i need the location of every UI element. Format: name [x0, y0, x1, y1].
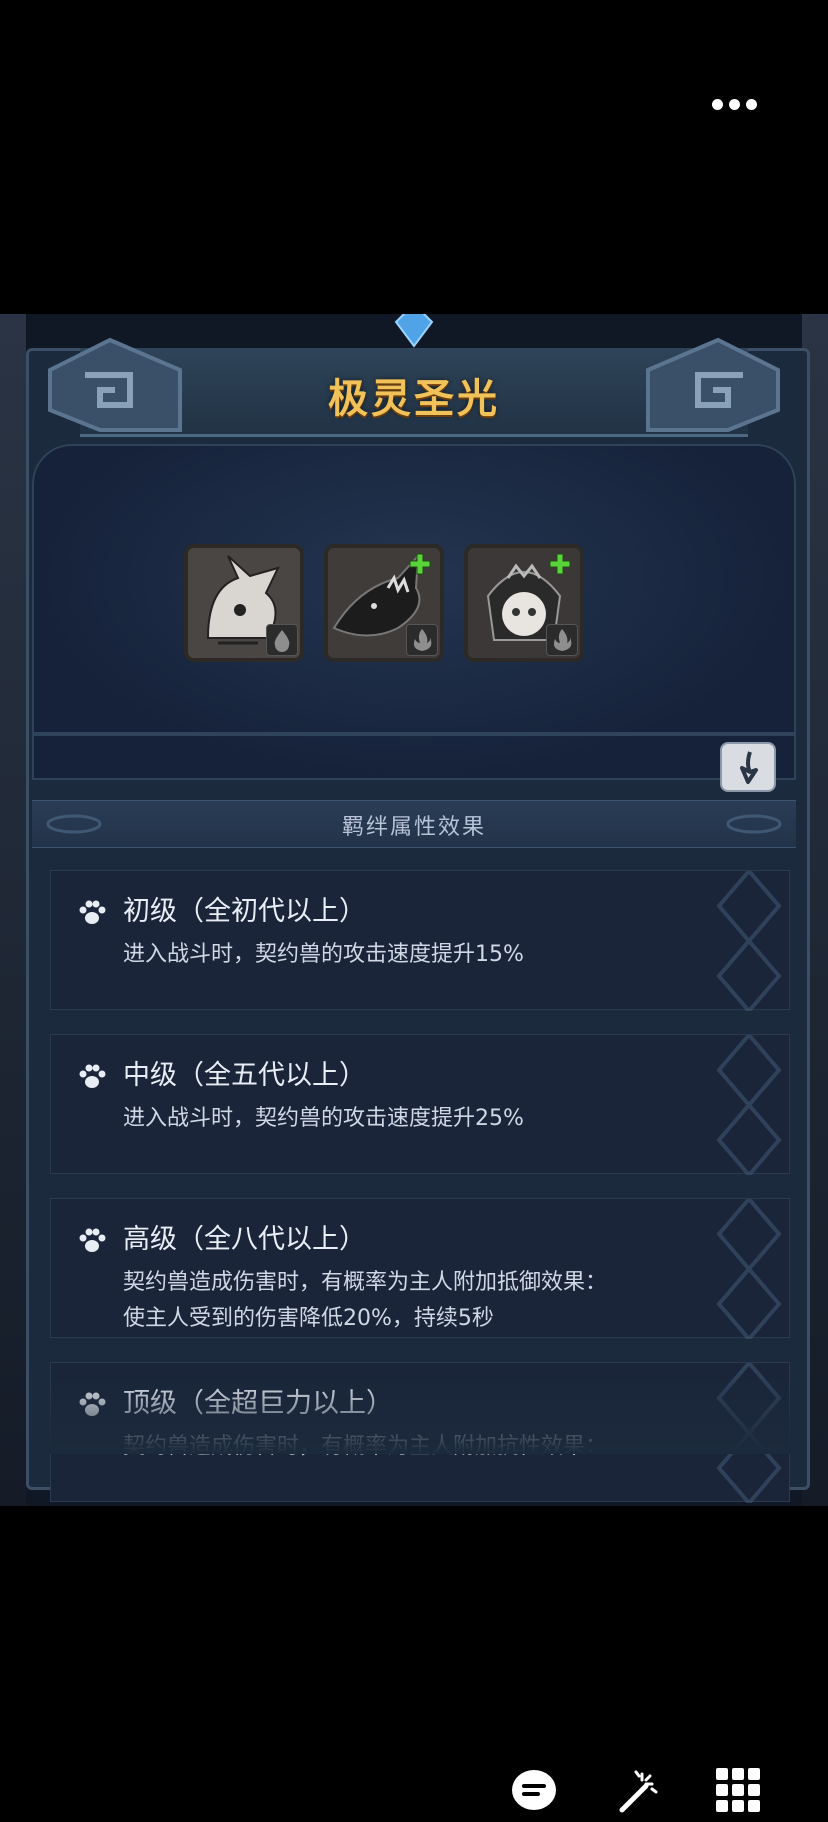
bond-effects-title: 羁绊属性效果: [341, 815, 486, 840]
more-dots-icon: [712, 98, 723, 110]
paw-icon: [79, 1064, 106, 1088]
magic-wand-icon[interactable]: [612, 1766, 660, 1814]
bond-effects-header: 羁绊属性效果: [32, 800, 796, 848]
paw-icon: [79, 1228, 106, 1252]
tier-name: 顶级（全超巨力以上）: [123, 1388, 393, 1419]
tier-ornament: [716, 1035, 782, 1175]
tier-desc: 进入战斗时，契约兽的攻击速度提升15%: [123, 942, 524, 967]
upgrade-plus-icon: [549, 553, 571, 575]
fire-element-icon: [406, 624, 438, 656]
tier-desc: 进入战斗时，契约兽的攻击速度提升25%: [123, 1106, 524, 1131]
paw-icon: [79, 1392, 106, 1416]
upgrade-plus-icon: [409, 553, 431, 575]
tier-name: 中级（全五代以上）: [123, 1060, 366, 1091]
arrow-down-icon: [740, 751, 758, 784]
divider: [32, 732, 796, 736]
bond-tier-top: 顶级（全超巨力以上） 契约兽造成伤害时，有概率为主人附加抗性效果：: [50, 1362, 790, 1503]
tier-name: 高级（全八代以上）: [123, 1224, 366, 1255]
bond-tier-intermediate: 中级（全五代以上） 进入战斗时，契约兽的攻击速度提升25%: [50, 1034, 790, 1175]
ornament-right-icon: [726, 814, 782, 834]
tier-name: 初级（全初代以上）: [123, 896, 366, 927]
tier-desc: 契约兽造成伤害时，有概率为主人附加抵御效果： 使主人受到的伤害降低20%，持续5秒: [123, 1270, 608, 1331]
background-left: [0, 314, 26, 1506]
chat-icon[interactable]: [510, 1766, 558, 1814]
bottom-toolbar: [0, 1766, 828, 1822]
bond-tier-basic: 初级（全初代以上） 进入战斗时，契约兽的攻击速度提升15%: [50, 870, 790, 1011]
gem-ornament: [394, 314, 434, 348]
tier-ornament: [716, 871, 782, 1011]
bond-tier-list: 初级（全初代以上） 进入战斗时，契约兽的攻击速度提升15% 中级（全五代以上） …: [50, 870, 790, 1506]
bond-panel: 极灵圣光 羁绊属性效果 初级（全初代以上） 进入战斗时，契约兽的攻击速度提升15…: [0, 314, 828, 1506]
expand-down-button[interactable]: [720, 742, 776, 792]
grid-icon[interactable]: [714, 1766, 762, 1814]
paw-icon: [79, 900, 106, 924]
pet-list: [184, 544, 584, 662]
tier-ornament: [716, 1363, 782, 1503]
water-element-icon: [266, 624, 298, 656]
bond-tier-advanced: 高级（全八代以上） 契约兽造成伤害时，有概率为主人附加抵御效果： 使主人受到的伤害…: [50, 1198, 790, 1339]
pet-card-white-dragon[interactable]: [184, 544, 304, 662]
fire-element-icon: [546, 624, 578, 656]
tier-desc: 契约兽造成伤害时，有概率为主人附加抗性效果：: [123, 1434, 608, 1459]
pet-card-armored-girl[interactable]: [464, 544, 584, 662]
page-title: 极灵圣光: [328, 376, 500, 422]
pet-card-black-dragon[interactable]: [324, 544, 444, 662]
more-options-button[interactable]: [712, 96, 760, 112]
tier-ornament: [716, 1199, 782, 1339]
